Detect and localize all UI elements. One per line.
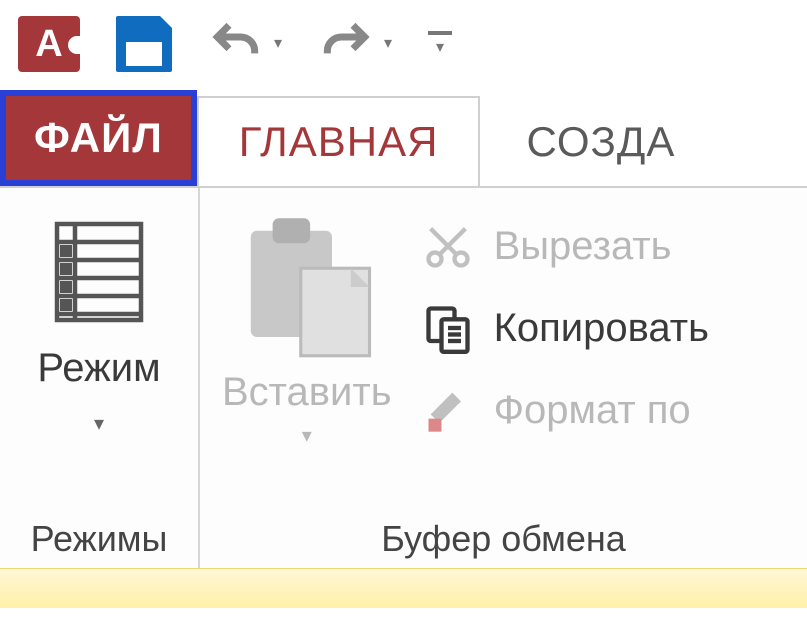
- copy-button[interactable]: Копировать: [422, 302, 709, 354]
- group-clipboard: Вставить ▾ Вырезать: [200, 188, 807, 568]
- clipboard-actions: Вырезать Копировать: [422, 212, 709, 436]
- paintbrush-icon: [422, 384, 474, 436]
- paste-icon: [232, 212, 382, 362]
- group-views: Режим ▾ Режимы: [0, 188, 200, 568]
- cut-label: Вырезать: [494, 224, 672, 269]
- tab-create-label: СОЗДА: [526, 118, 675, 166]
- customize-qat-button[interactable]: ▾: [428, 31, 452, 57]
- undo-dropdown-icon[interactable]: ▾: [274, 36, 282, 52]
- save-button[interactable]: [116, 16, 172, 72]
- group-views-label: Режимы: [0, 510, 198, 568]
- redo-button[interactable]: ▾: [318, 16, 392, 72]
- tab-home[interactable]: ГЛАВНАЯ: [197, 96, 481, 186]
- cut-button: Вырезать: [422, 220, 709, 272]
- app-icon[interactable]: A: [18, 16, 80, 72]
- redo-icon: [318, 16, 374, 72]
- tab-file-label: ФАЙЛ: [34, 114, 163, 162]
- scissors-icon: [422, 220, 474, 272]
- ribbon: Режим ▾ Режимы Вставить ▾: [0, 188, 807, 568]
- paste-button: Вставить ▾: [222, 212, 392, 448]
- quick-access-toolbar: A ▾ ▾ ▾: [0, 0, 807, 88]
- view-mode-label: Режим: [37, 346, 160, 391]
- app-icon-letter: A: [35, 23, 62, 66]
- redo-dropdown-icon[interactable]: ▾: [384, 36, 392, 52]
- paste-dropdown-icon: ▾: [302, 423, 312, 448]
- copy-icon: [422, 302, 474, 354]
- group-clipboard-label: Буфер обмена: [200, 510, 807, 568]
- tab-file[interactable]: ФАЙЛ: [0, 90, 197, 186]
- view-mode-dropdown-icon[interactable]: ▾: [94, 411, 104, 436]
- message-bar: [0, 568, 807, 608]
- format-painter-label: Формат по: [494, 388, 691, 433]
- datasheet-view-icon: [39, 212, 159, 332]
- undo-button[interactable]: ▾: [208, 16, 282, 72]
- customize-bar-icon: [428, 31, 452, 35]
- chevron-down-icon: ▾: [436, 37, 444, 57]
- tab-create[interactable]: СОЗДА: [480, 96, 717, 186]
- copy-label: Копировать: [494, 306, 709, 351]
- undo-icon: [208, 16, 264, 72]
- format-painter-button: Формат по: [422, 384, 709, 436]
- view-mode-button[interactable]: Режим ▾: [22, 212, 176, 436]
- paste-label: Вставить: [222, 370, 392, 415]
- ribbon-tabs: ФАЙЛ ГЛАВНАЯ СОЗДА: [0, 88, 807, 186]
- tab-home-label: ГЛАВНАЯ: [239, 118, 439, 166]
